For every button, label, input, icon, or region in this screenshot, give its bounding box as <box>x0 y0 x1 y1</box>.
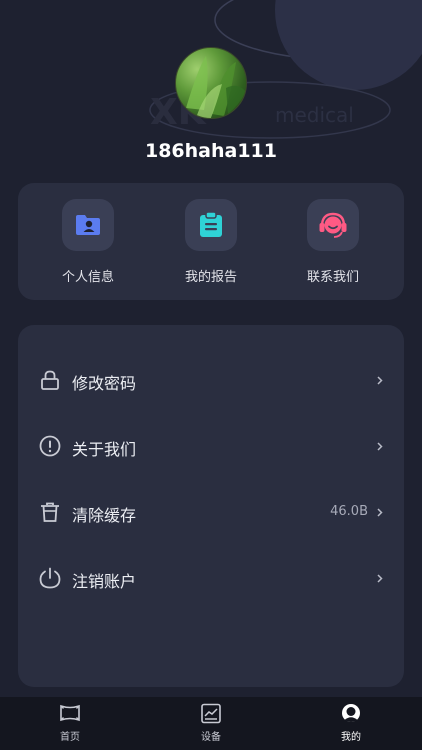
tab-home[interactable]: 首页 <box>40 703 100 743</box>
menu-item-delete-account[interactable]: 注销账户 <box>18 558 404 598</box>
clipboard-icon <box>185 199 237 251</box>
menu-item-clear-cache[interactable]: 清除缓存 46.0B <box>18 492 404 532</box>
username: 186haha111 <box>144 140 278 162</box>
lock-icon <box>41 370 59 390</box>
quick-link-label: 联系我们 <box>306 270 359 285</box>
menu-item-label: 关于我们 <box>72 440 137 459</box>
menu-item-label: 清除缓存 <box>72 506 137 525</box>
device-chart-icon <box>201 703 221 724</box>
trash-icon <box>41 502 59 522</box>
quick-link-personal-info[interactable]: 个人信息 <box>38 199 138 285</box>
menu-item-label: 修改密码 <box>72 374 137 393</box>
tab-label: 首页 <box>60 732 80 743</box>
quick-link-label: 我的报告 <box>184 270 237 285</box>
chevron-right-icon <box>377 574 383 583</box>
quick-link-label: 个人信息 <box>61 270 114 285</box>
home-icon <box>60 704 80 722</box>
tab-mine[interactable]: 我的 <box>321 703 381 743</box>
cache-size-value: 46.0B <box>330 504 368 519</box>
power-icon <box>39 567 61 589</box>
menu-item-about-us[interactable]: 关于我们 <box>18 426 404 466</box>
chevron-right-icon <box>377 442 383 451</box>
chevron-right-icon <box>377 508 383 517</box>
tab-label: 我的 <box>341 732 361 743</box>
info-icon <box>39 435 61 457</box>
avatar[interactable] <box>175 47 247 119</box>
brand-watermark: medical <box>275 103 354 127</box>
menu-item-change-password[interactable]: 修改密码 <box>18 360 404 400</box>
tab-label: 设备 <box>201 732 221 743</box>
chevron-right-icon <box>377 376 383 385</box>
tab-devices[interactable]: 设备 <box>181 703 241 743</box>
menu-item-label: 注销账户 <box>72 572 137 591</box>
avatar-image <box>186 56 246 118</box>
headset-icon <box>307 199 359 251</box>
quick-links-card: 个人信息 我的报告 联系我们 <box>18 183 404 300</box>
settings-menu-card: 修改密码 关于我们 清除缓存 46.0B 注销账户 <box>18 325 404 687</box>
quick-link-contact-us[interactable]: 联系我们 <box>283 199 383 285</box>
quick-link-my-reports[interactable]: 我的报告 <box>161 199 261 285</box>
user-folder-icon <box>62 199 114 251</box>
profile-icon <box>342 704 360 722</box>
bottom-tab-bar: 首页 设备 我的 <box>0 697 422 750</box>
